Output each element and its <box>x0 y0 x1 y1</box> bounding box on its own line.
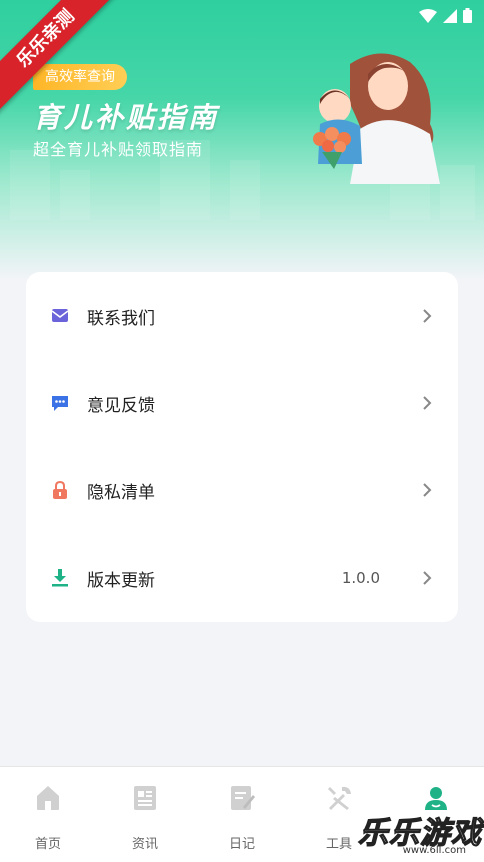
battery-icon <box>463 8 472 23</box>
hero-banner: 高效率查询 育儿补贴指南 超全育儿补贴领取指南 <box>0 0 484 280</box>
menu-item-label: 版本更新 <box>87 570 155 591</box>
mail-icon <box>51 309 69 322</box>
chevron-right-icon <box>423 571 432 585</box>
tab-news[interactable]: 资讯 <box>97 767 193 862</box>
news-icon <box>134 786 156 810</box>
lock-icon <box>53 480 67 499</box>
chevron-right-icon <box>423 396 432 410</box>
wifi-icon <box>419 8 437 23</box>
chevron-right-icon <box>423 483 432 497</box>
hero-badge: 高效率查询 <box>33 64 127 90</box>
hero-subtitle: 超全育儿补贴领取指南 <box>33 140 204 159</box>
mother-child-illustration <box>313 53 440 184</box>
watermark-url: www.6ll.com <box>402 845 466 856</box>
menu-item-version-update[interactable]: 版本更新 1.0.0 <box>26 548 458 608</box>
chevron-right-icon <box>423 309 432 323</box>
feedback-icon <box>52 396 68 411</box>
diary-icon <box>231 786 255 810</box>
download-icon <box>52 569 68 587</box>
version-number: 1.0.0 <box>341 569 380 587</box>
hero-title: 育儿补贴指南 <box>33 101 220 134</box>
menu-item-feedback[interactable]: 意见反馈 <box>26 373 458 433</box>
menu-item-contact-us[interactable]: 联系我们 <box>26 286 458 346</box>
home-icon <box>37 786 59 810</box>
tab-home[interactable]: 首页 <box>0 767 96 862</box>
tab-label: 资讯 <box>131 837 158 852</box>
menu-item-label: 意见反馈 <box>87 395 155 416</box>
menu-item-label: 联系我们 <box>87 308 155 329</box>
tab-label: 日记 <box>228 837 255 852</box>
tools-icon <box>328 786 351 810</box>
menu-item-label: 隐私清单 <box>87 482 155 503</box>
tab-diary[interactable]: 日记 <box>194 767 290 862</box>
signal-icon <box>443 8 457 23</box>
tab-label: 首页 <box>34 837 61 852</box>
settings-menu-card: 联系我们 意见反馈 隐私清单 版本更新 1.0.0 <box>26 272 458 622</box>
menu-item-privacy-list[interactable]: 隐私清单 <box>26 460 458 520</box>
